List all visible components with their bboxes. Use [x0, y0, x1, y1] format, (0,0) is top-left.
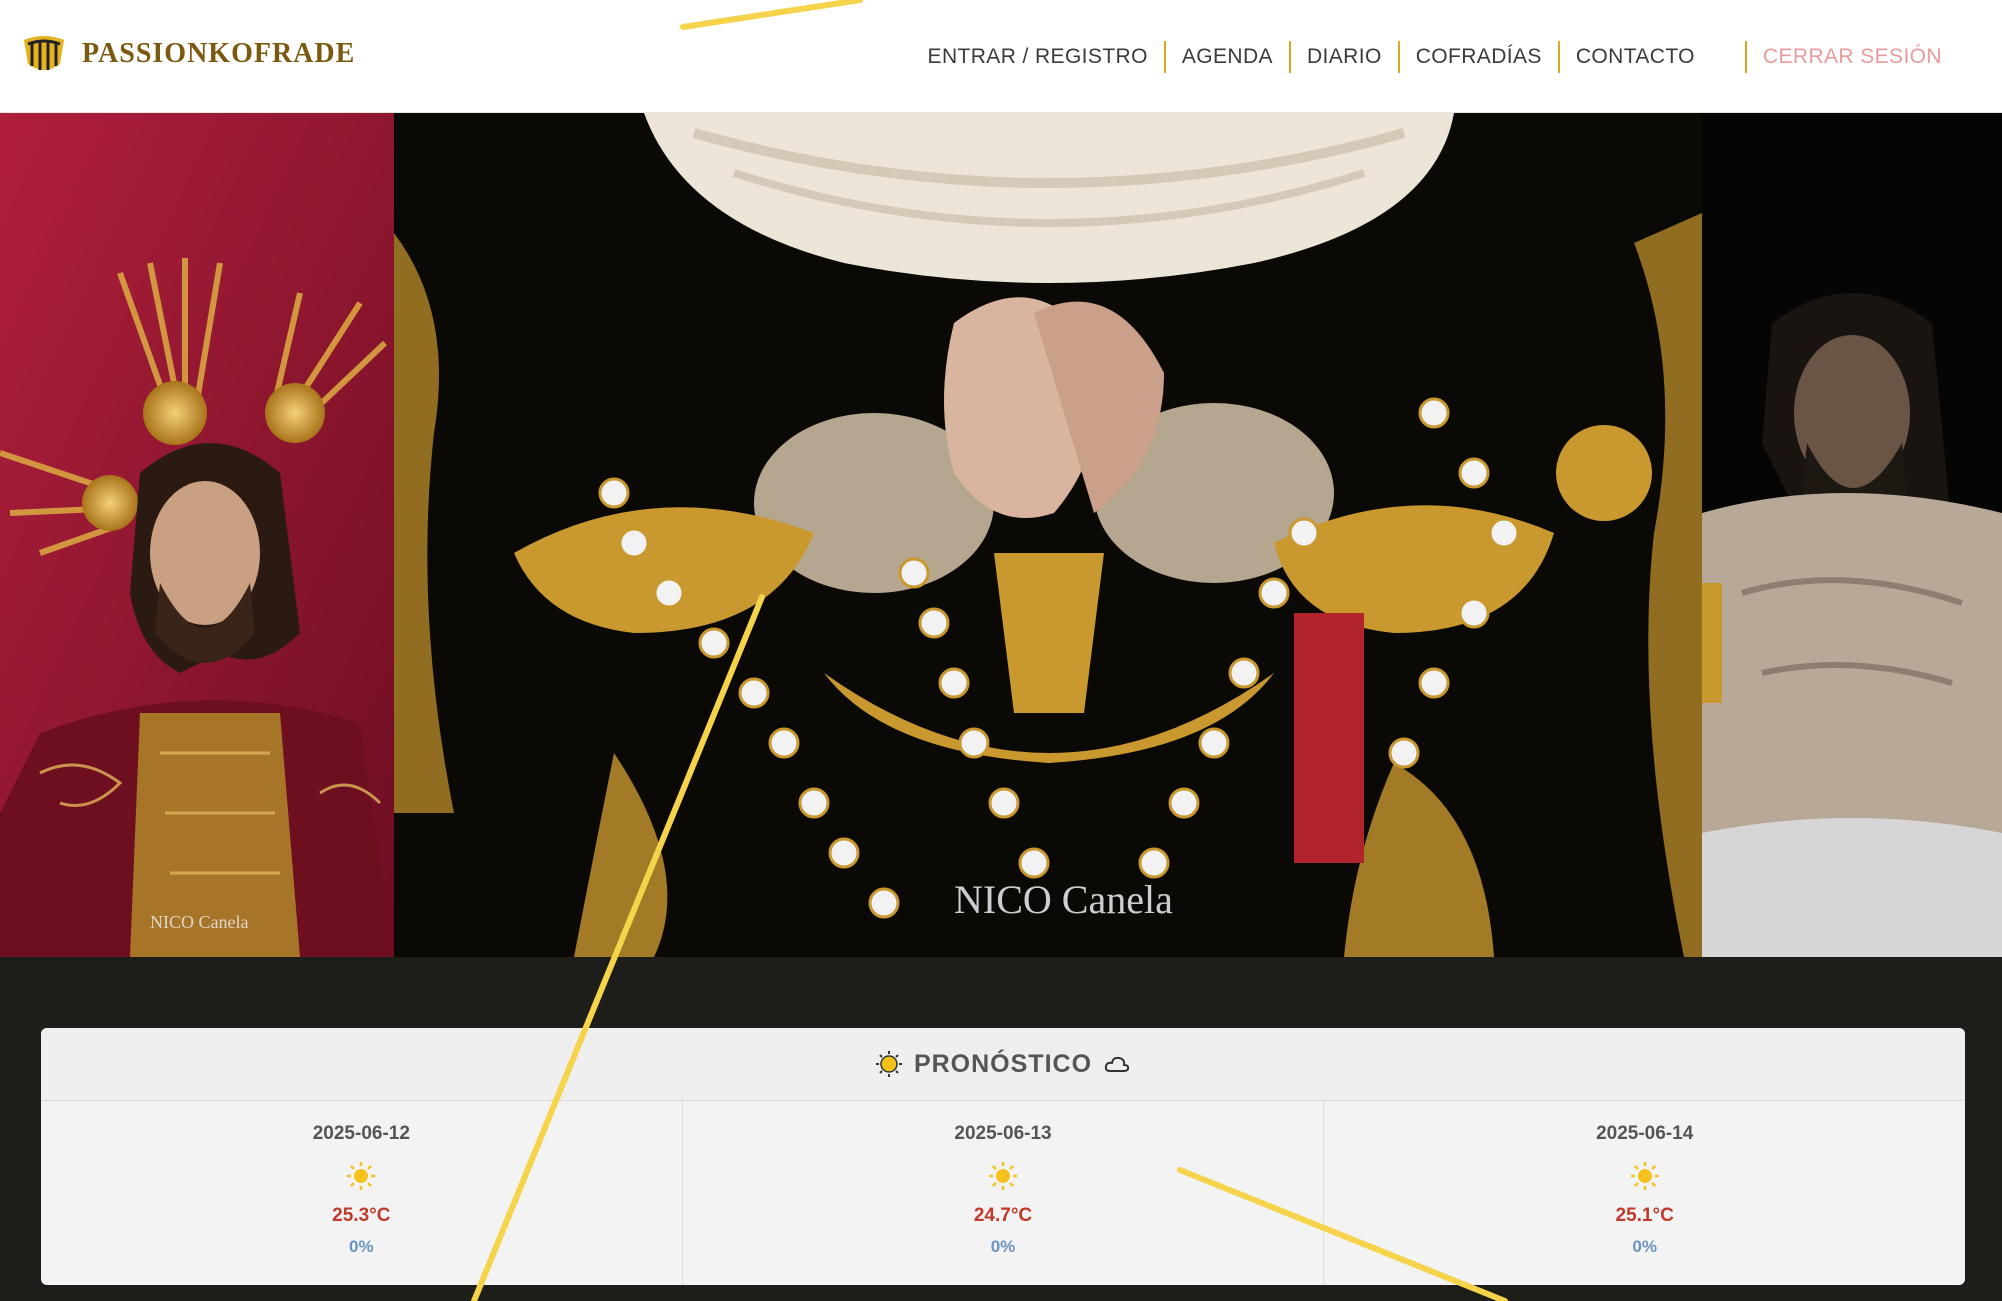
- brand-name: PASSIONKOFRADE: [82, 38, 356, 69]
- nav-cofradias[interactable]: COFRADÍAS: [1400, 45, 1558, 69]
- forecast-rain: 0%: [349, 1237, 374, 1256]
- forecast-rain: 0%: [1632, 1237, 1657, 1256]
- sun-icon: [875, 1051, 902, 1077]
- hero-image-center[interactable]: NICO Canela: [394, 113, 1702, 957]
- hero-image-right[interactable]: [1702, 113, 2002, 957]
- sun-icon: [989, 1162, 1017, 1190]
- nav-agenda[interactable]: AGENDA: [1166, 45, 1289, 69]
- sun-icon: [347, 1162, 376, 1190]
- forecast-day: 2025-06-14 25.1°C 0%: [1323, 1101, 1965, 1285]
- hero-image-left[interactable]: NICO Canela: [0, 113, 394, 957]
- watermark-center: NICO Canela: [954, 877, 1173, 922]
- forecast-header: PRONÓSTICO: [41, 1028, 1965, 1101]
- forecast-temp: 24.7°C: [973, 1205, 1033, 1226]
- main-nav: ENTRAR / REGISTRO AGENDA DIARIO COFRADÍA…: [912, 0, 1958, 113]
- forecast-rain: 0%: [990, 1237, 1016, 1256]
- forecast-widget: PRONÓSTICO 2025-06-12 25.3°C 0% 2025-06-…: [41, 1028, 1965, 1285]
- forecast-day: 2025-06-13 24.7°C 0%: [681, 1101, 1324, 1285]
- watermark-left: NICO Canela: [150, 912, 248, 932]
- shield-icon: [24, 36, 64, 70]
- forecast-title: PRONÓSTICO: [913, 1049, 1093, 1078]
- nav-contacto[interactable]: CONTACTO: [1560, 45, 1711, 69]
- hero-gallery: NICO Canela NICO Canela: [0, 113, 2002, 957]
- forecast-date: 2025-06-14: [1596, 1123, 1694, 1144]
- sun-icon: [1630, 1162, 1659, 1190]
- forecast-temp: 25.1°C: [1615, 1205, 1674, 1226]
- site-header: PASSIONKOFRADE ENTRAR / REGISTRO AGENDA …: [0, 0, 2002, 113]
- logout-link[interactable]: CERRAR SESIÓN: [1747, 45, 1958, 69]
- forecast-days: 2025-06-12 25.3°C 0% 2025-06-13 24.7°C 0…: [41, 1101, 1965, 1285]
- forecast-temp: 25.3°C: [332, 1205, 391, 1226]
- forecast-date: 2025-06-12: [312, 1123, 410, 1144]
- nav-diario[interactable]: DIARIO: [1291, 45, 1398, 69]
- brand-logo[interactable]: PASSIONKOFRADE: [20, 30, 355, 78]
- cloud-icon: [1104, 1056, 1130, 1072]
- forecast-date: 2025-06-13: [954, 1123, 1052, 1144]
- forecast-day: 2025-06-12 25.3°C 0%: [41, 1101, 682, 1285]
- nav-login-register[interactable]: ENTRAR / REGISTRO: [912, 45, 1164, 69]
